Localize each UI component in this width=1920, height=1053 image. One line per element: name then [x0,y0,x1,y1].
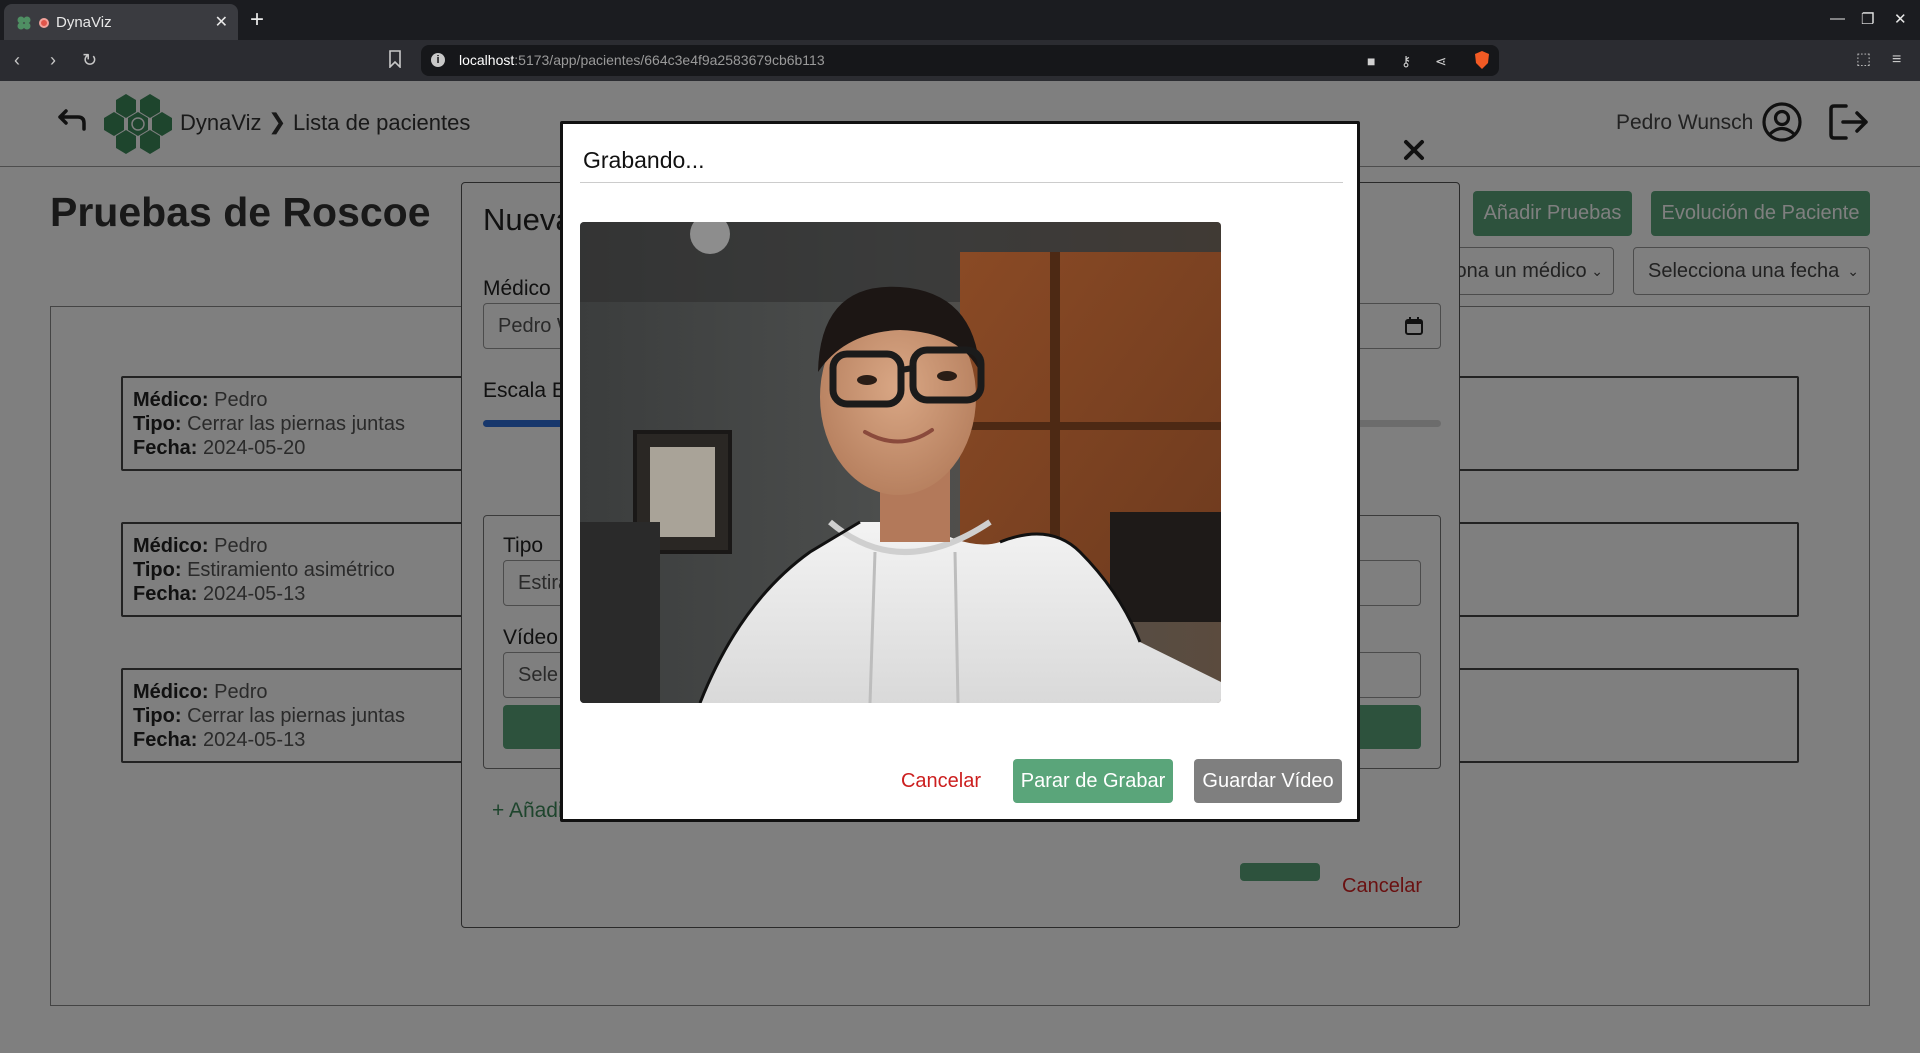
forward-icon[interactable]: › [50,49,56,71]
camera-icon[interactable]: ■ [1367,53,1375,69]
minimize-icon[interactable]: — [1830,10,1845,27]
menu-icon[interactable]: ≡ [1892,49,1901,71]
bookmark-icon[interactable] [388,50,402,68]
extensions-icon[interactable]: ⬚ [1856,49,1871,71]
url-text: localhost:5173/app/pacientes/664c3e4f9a2… [459,52,825,68]
recording-modal: Grabando... Cancelar Parar de Grabar Gua… [560,121,1360,822]
recording-indicator-icon [39,18,49,28]
browser-tab-bar: DynaViz ✕ + — ❐ ✕ [0,0,1920,40]
brave-shield-icon[interactable] [1473,50,1491,70]
address-bar[interactable]: i localhost:5173/app/pacientes/664c3e4f9… [421,45,1499,76]
cancel-recording-button[interactable]: Cancelar [875,759,1007,803]
browser-tab[interactable]: DynaViz ✕ [4,4,238,40]
close-icon[interactable] [1403,139,1425,161]
restore-icon[interactable]: ❐ [1861,10,1874,28]
tab-title: DynaViz [56,14,112,31]
dynaviz-favicon-icon [17,16,31,30]
recording-modal-title: Grabando... [583,147,705,173]
site-info-icon[interactable]: i [431,53,445,67]
webcam-preview [580,222,1221,703]
tab-close-icon[interactable]: ✕ [215,12,228,32]
key-icon[interactable]: ⚷ [1401,53,1411,70]
share-icon[interactable]: ⋖ [1435,53,1447,70]
save-video-button[interactable]: Guardar Vídeo [1194,759,1342,803]
back-icon[interactable]: ‹ [14,49,20,71]
new-tab-button[interactable]: + [250,6,264,34]
window-close-icon[interactable]: ✕ [1894,10,1907,28]
modal-divider [580,182,1343,183]
reload-icon[interactable]: ↻ [82,49,97,71]
stop-recording-button[interactable]: Parar de Grabar [1013,759,1173,803]
